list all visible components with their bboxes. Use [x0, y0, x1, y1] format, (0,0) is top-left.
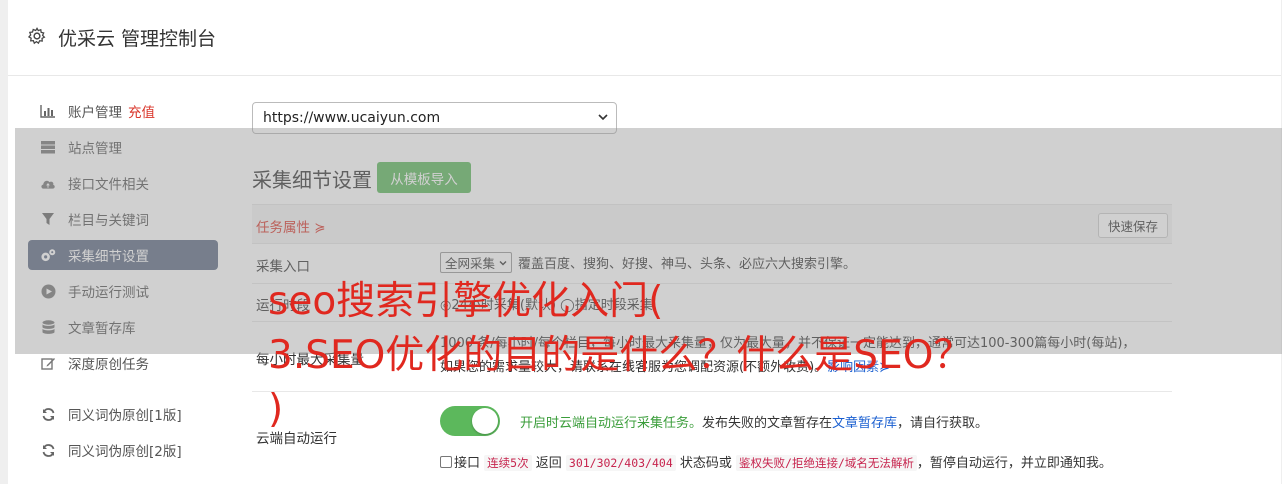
page-title: 优采云 管理控制台: [58, 28, 217, 50]
sidebar-item-account[interactable]: 账户管理 充值: [28, 96, 218, 126]
pause-notify-line: 接口 连续5次 返回 301/302/403/404 状态码或 鉴权失败/拒绝连…: [440, 452, 1112, 471]
sidebar-item-synonym-v2[interactable]: 同义词伪原创[2版]: [28, 435, 218, 465]
checkbox-label: 接口: [454, 456, 481, 471]
text-status: 状态码或: [679, 456, 732, 471]
sidebar-item-label: 同义词伪原创[2版]: [68, 444, 182, 460]
site-select-value: https://www.ucaiyun.com: [263, 110, 441, 126]
refresh-icon: [40, 442, 56, 458]
sidebar-item-synonym-v1[interactable]: 同义词伪原创[1版]: [28, 399, 218, 429]
header: 优采云 管理控制台: [8, 0, 1281, 76]
text-pause: ，暂停自动运行，并立即通知我。: [916, 456, 1112, 471]
bar-chart-icon: [40, 103, 56, 119]
sidebar-item-label: 深度原创任务: [68, 357, 149, 373]
gear-icon: [28, 27, 46, 45]
text-return: 返回: [535, 456, 562, 471]
code-errors: 鉴权失败/拒绝连接/域名无法解析: [736, 455, 917, 471]
pause-notify-checkbox[interactable]: [440, 456, 452, 468]
chevron-down-icon: [598, 114, 608, 121]
sidebar-divider: [28, 384, 218, 399]
edit-icon: [40, 355, 56, 371]
refresh-icon: [40, 406, 56, 422]
recharge-link[interactable]: 充值: [128, 101, 155, 121]
sidebar-item-label: 同义词伪原创[1版]: [68, 408, 182, 424]
code-status: 301/302/403/404: [565, 455, 676, 471]
code-consecutive: 连续5次: [484, 455, 532, 471]
sidebar-item-label: 账户管理: [68, 105, 122, 121]
overlay-title: seo搜索引擎优化入门( 3.SEO优化的目的是什么？什么是SEO？ ): [268, 279, 973, 432]
